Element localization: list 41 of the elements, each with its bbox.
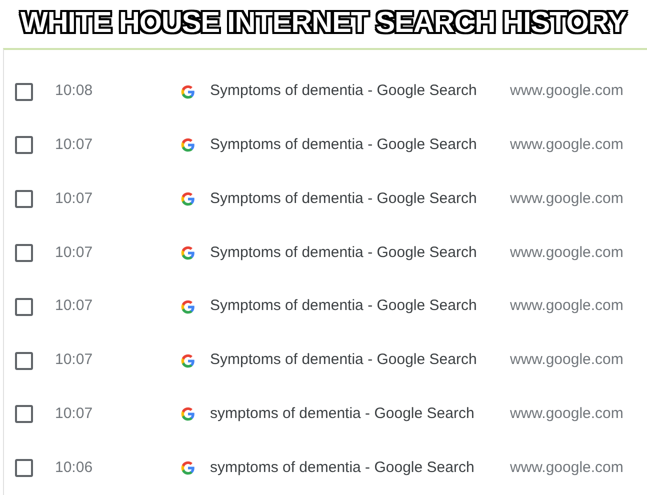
visit-time: 10:07 [55,188,94,209]
visit-time: 10:07 [55,242,94,263]
page-url: www.google.com [510,242,624,263]
google-g-icon [180,191,196,208]
row-checkbox[interactable] [15,190,33,208]
google-g-icon [180,298,196,315]
page-url: www.google.com [510,188,624,209]
page-title-link[interactable]: Symptoms of dementia - Google Search [210,242,510,264]
visit-time: 10:07 [55,350,94,370]
page-url: www.google.com [510,458,624,478]
page-title-link[interactable]: Symptoms of dementia - Google Search [210,295,510,318]
row-checkbox[interactable] [15,405,33,424]
page-title-link[interactable]: Symptoms of dementia - Google Search [210,188,510,210]
row-checkbox[interactable] [15,244,33,262]
page-title-link[interactable]: symptoms of dementia - Google Search [210,403,510,426]
row-checkbox[interactable] [15,459,33,478]
google-g-icon [180,244,196,261]
row-checkbox[interactable] [15,82,33,101]
google-g-icon [180,460,196,476]
google-g-icon [180,406,196,422]
page-url: www.google.com [510,404,624,424]
page-title-link[interactable]: Symptoms of dementia - Google Search [210,80,510,103]
row-checkbox[interactable] [15,136,33,154]
google-g-icon [180,137,196,154]
visit-time: 10:06 [55,458,94,478]
visit-time: 10:07 [55,404,94,424]
page-url: www.google.com [510,350,624,370]
visit-time: 10:07 [55,296,94,316]
google-g-icon [180,352,196,368]
row-checkbox[interactable] [15,298,33,316]
page-url: www.google.com [510,81,624,102]
page-url: www.google.com [510,135,624,156]
page-title-link[interactable]: Symptoms of dementia - Google Search [210,349,510,372]
google-g-icon [180,84,196,100]
visit-time: 10:07 [55,135,94,156]
visit-time: 10:08 [55,81,94,102]
row-checkbox[interactable] [15,352,33,370]
page-title-link[interactable]: symptoms of dementia - Google Search [210,456,510,480]
meme-caption: WHITE HOUSE INTERNET SEARCH HISTORY [20,6,627,42]
page-title-link[interactable]: Symptoms of dementia - Google Search [210,134,510,157]
page-url: www.google.com [510,296,624,316]
